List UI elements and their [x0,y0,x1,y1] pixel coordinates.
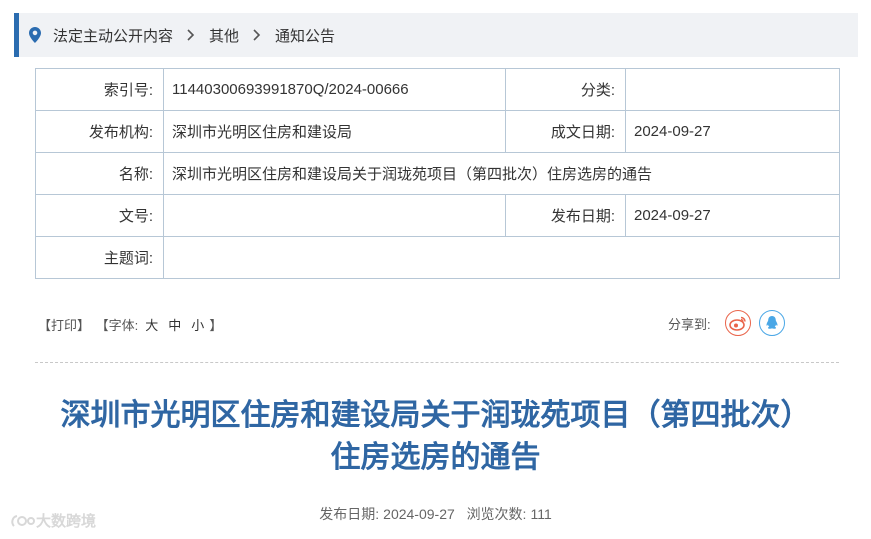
article-title: 深圳市光明区住房和建设局关于润珑苑项目（第四批次） 住房选房的通告 [20,395,851,479]
table-row: 发布机构: 深圳市光明区住房和建设局 成文日期: 2024-09-27 [35,110,840,153]
category-value [625,68,840,111]
chevron-right-icon [187,29,195,41]
publisher-label: 发布机构: [35,110,164,153]
watermark-logo: 大数跨境 [10,510,96,531]
index-label: 索引号: [35,68,164,111]
article-tools: 【打印】 【字体: 大中小】 [38,315,224,334]
views-label: 浏览次数: [466,506,527,522]
breadcrumb-item-notice[interactable]: 通知公告 [275,25,335,46]
publish-date-value: 2024-09-27 [625,194,840,237]
font-size-medium-link[interactable]: 中 [168,318,181,333]
weibo-icon[interactable] [724,310,751,336]
publish-date-value: 2024-09-27 [383,506,455,522]
name-value: 深圳市光明区住房和建设局关于润珑苑项目（第四批次）住房选房的通告 [163,152,840,195]
keywords-label: 主题词: [35,236,164,279]
watermark-logo-icon [11,514,35,527]
share-bar: 分享到: [668,310,785,336]
doc-number-label: 文号: [35,194,164,237]
chevron-right-icon [253,29,261,41]
article-publish-info: 发布日期: 2024-09-27 浏览次数: 111 [0,504,871,524]
qq-icon[interactable] [758,310,785,336]
written-date-label: 成文日期: [505,110,626,153]
font-size-prefix: 【字体: [95,318,139,333]
breadcrumb-item-other[interactable]: 其他 [209,25,239,46]
doc-number-value [163,194,506,237]
article-title-line1: 深圳市光明区住房和建设局关于润珑苑项目（第四批次） [60,399,811,432]
name-label: 名称: [35,152,164,195]
share-label: 分享到: [668,316,711,332]
font-size-small-link[interactable]: 小 [191,318,204,333]
print-link[interactable]: 【打印】 [38,318,90,333]
table-row: 索引号: 11440300693991870Q/2024-00666 分类: [35,68,840,111]
publish-date-label: 发布日期: [505,194,626,237]
document-meta-table: 索引号: 11440300693991870Q/2024-00666 分类: 发… [35,68,840,279]
font-size-suffix: 】 [209,318,223,333]
index-value: 11440300693991870Q/2024-00666 [163,68,506,111]
article-title-line2: 住房选房的通告 [330,441,541,474]
location-pin-icon [29,27,41,43]
publish-date-label: 发布日期: [319,506,380,522]
table-row: 名称: 深圳市光明区住房和建设局关于润珑苑项目（第四批次）住房选房的通告 [35,152,840,195]
table-row: 主题词: [35,236,840,279]
font-size-large-link[interactable]: 大 [145,318,158,333]
dashed-divider [35,362,839,363]
publisher-value: 深圳市光明区住房和建设局 [163,110,506,153]
breadcrumb: 法定主动公开内容 其他 通知公告 [14,13,858,57]
views-count: 111 [530,506,552,522]
written-date-value: 2024-09-27 [625,110,840,153]
table-row: 文号: 发布日期: 2024-09-27 [35,194,840,237]
watermark-text: 大数跨境 [36,513,97,530]
keywords-value [163,236,840,279]
breadcrumb-item-public-content[interactable]: 法定主动公开内容 [53,25,173,46]
category-label: 分类: [505,68,626,111]
